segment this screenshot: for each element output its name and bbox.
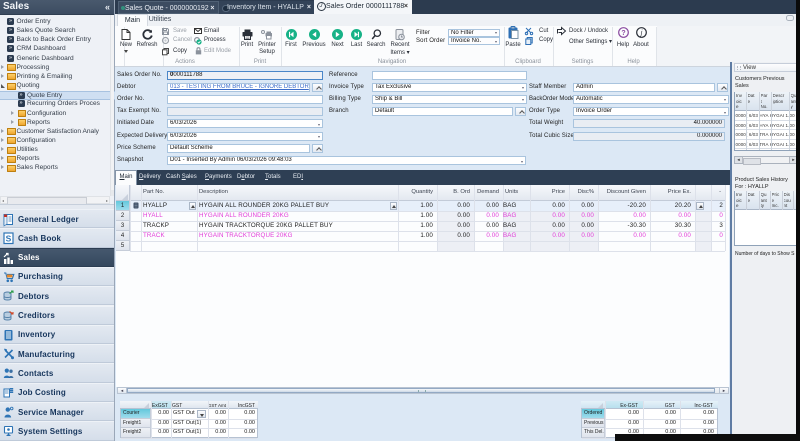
svg-text:j: j (639, 30, 642, 37)
svg-text:?: ? (621, 30, 625, 37)
svg-text:S: S (6, 234, 12, 244)
